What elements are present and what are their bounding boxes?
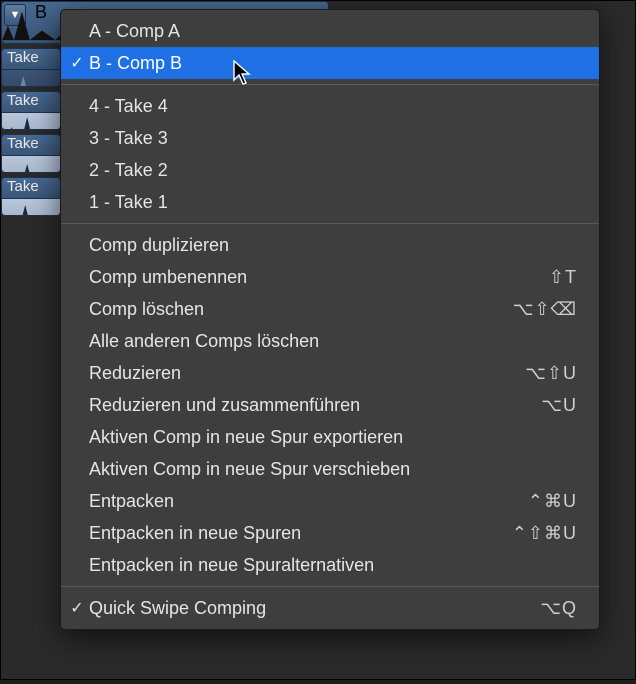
take-lane[interactable]: Take bbox=[1, 48, 61, 87]
menu-item-export-comp[interactable]: Aktiven Comp in neue Spur exportieren bbox=[61, 421, 599, 453]
menu-item-label: 4 - Take 4 bbox=[89, 96, 577, 117]
menu-item-comp-rename[interactable]: Comp umbenennen ⇧T bbox=[61, 261, 599, 293]
take-label: Take bbox=[7, 92, 39, 109]
waveform-icon bbox=[2, 156, 60, 173]
menu-item-label: Alle anderen Comps löschen bbox=[89, 331, 559, 352]
waveform-icon bbox=[2, 199, 60, 216]
menu-item-comp-duplicate[interactable]: Comp duplizieren bbox=[61, 229, 599, 261]
menu-item-label: B - Comp B bbox=[89, 53, 577, 74]
menu-item-label: A - Comp A bbox=[89, 21, 577, 42]
shortcut: ⌃⇧⌘U bbox=[512, 523, 577, 544]
menu-item-take-3[interactable]: 3 - Take 3 bbox=[61, 122, 599, 154]
menu-item-move-comp[interactable]: Aktiven Comp in neue Spur verschieben bbox=[61, 453, 599, 485]
menu-item-label: Entpacken in neue Spuralternativen bbox=[89, 555, 559, 576]
menu-item-take-4[interactable]: 4 - Take 4 bbox=[61, 90, 599, 122]
menu-item-flatten-merge[interactable]: Reduzieren und zusammenführen ⌥U bbox=[61, 389, 599, 421]
menu-separator bbox=[61, 84, 599, 85]
menu-item-unpack-new-tracks[interactable]: Entpacken in neue Spuren ⌃⇧⌘U bbox=[61, 517, 599, 549]
menu-item-comp-delete[interactable]: Comp löschen ⌥⇧⌫ bbox=[61, 293, 599, 325]
shortcut: ⌃⌘U bbox=[528, 491, 577, 512]
take-label: Take bbox=[7, 178, 39, 195]
menu-item-comp-a[interactable]: A - Comp A bbox=[61, 15, 599, 47]
menu-item-label: Entpacken bbox=[89, 491, 510, 512]
shortcut: ⌥⇧⌫ bbox=[513, 299, 577, 320]
menu-item-unpack-alternatives[interactable]: Entpacken in neue Spuralternativen bbox=[61, 549, 599, 581]
menu-separator bbox=[61, 586, 599, 587]
menu-item-label: 2 - Take 2 bbox=[89, 160, 577, 181]
menu-item-unpack[interactable]: Entpacken ⌃⌘U bbox=[61, 485, 599, 517]
take-lane[interactable]: Take bbox=[1, 134, 61, 173]
waveform-icon bbox=[2, 70, 60, 87]
menu-item-label: Comp duplizieren bbox=[89, 235, 559, 256]
menu-item-take-1[interactable]: 1 - Take 1 bbox=[61, 186, 599, 218]
menu-item-label: Aktiven Comp in neue Spur verschieben bbox=[89, 459, 559, 480]
menu-item-quick-swipe-comping[interactable]: ✓ Quick Swipe Comping ⌥Q bbox=[61, 592, 599, 624]
menu-item-label: Comp umbenennen bbox=[89, 267, 531, 288]
take-lane[interactable]: Take bbox=[1, 91, 61, 130]
take-lane[interactable]: Take bbox=[1, 177, 61, 216]
menu-item-label: Comp löschen bbox=[89, 299, 495, 320]
menu-separator bbox=[61, 223, 599, 224]
shortcut: ⇧T bbox=[549, 267, 577, 288]
menu-item-take-2[interactable]: 2 - Take 2 bbox=[61, 154, 599, 186]
check-icon: ✓ bbox=[68, 598, 86, 618]
take-label: Take bbox=[7, 49, 39, 66]
menu-item-label: 3 - Take 3 bbox=[89, 128, 577, 149]
menu-item-label: Aktiven Comp in neue Spur exportieren bbox=[89, 427, 559, 448]
menu-item-label: Quick Swipe Comping bbox=[89, 598, 522, 619]
take-folder-menu: A - Comp A ✓ B - Comp B 4 - Take 4 3 - T… bbox=[60, 9, 600, 630]
menu-item-flatten[interactable]: Reduzieren ⌥⇧U bbox=[61, 357, 599, 389]
menu-item-delete-other-comps[interactable]: Alle anderen Comps löschen bbox=[61, 325, 599, 357]
take-label: Take bbox=[7, 135, 39, 152]
menu-item-label: Reduzieren und zusammenführen bbox=[89, 395, 523, 416]
menu-item-label: 1 - Take 1 bbox=[89, 192, 577, 213]
shortcut: ⌥Q bbox=[540, 598, 577, 619]
waveform-icon bbox=[2, 113, 60, 130]
shortcut: ⌥U bbox=[541, 395, 577, 416]
menu-item-label: Entpacken in neue Spuren bbox=[89, 523, 494, 544]
check-icon: ✓ bbox=[68, 53, 86, 73]
menu-item-comp-b[interactable]: ✓ B - Comp B bbox=[61, 47, 599, 79]
menu-item-label: Reduzieren bbox=[89, 363, 507, 384]
shortcut: ⌥⇧U bbox=[525, 363, 577, 384]
